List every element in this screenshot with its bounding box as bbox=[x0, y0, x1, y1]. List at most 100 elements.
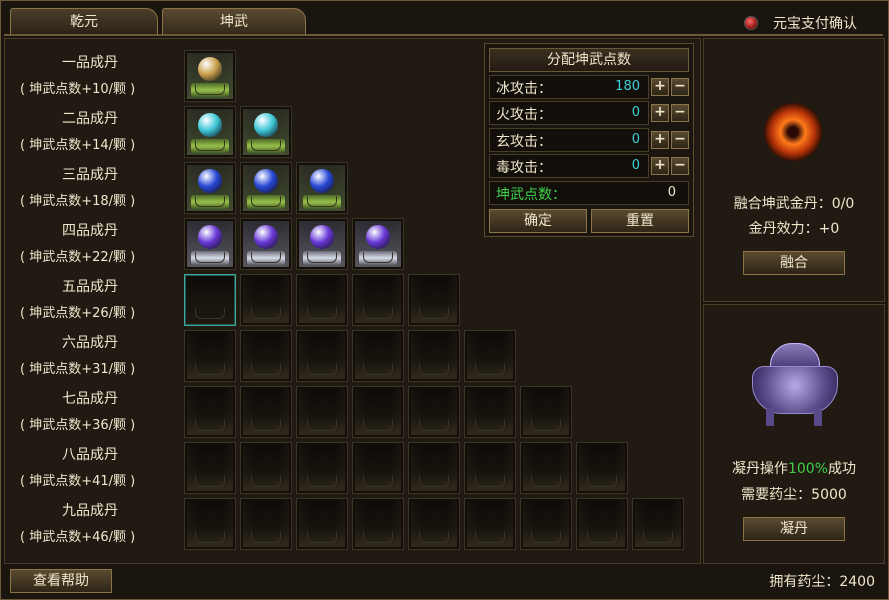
pill-slot-empty[interactable] bbox=[296, 386, 348, 438]
pill-slot-filled[interactable] bbox=[184, 106, 236, 158]
ice-plus-button[interactable]: + bbox=[651, 78, 669, 96]
pill-slot-filled[interactable] bbox=[240, 106, 292, 158]
grade-name: 二品成丹 bbox=[62, 111, 118, 127]
fire-attack-row: 火攻击： 0 bbox=[489, 101, 649, 125]
grade-name: 四品成丹 bbox=[62, 223, 118, 239]
fire-minus-button[interactable]: − bbox=[671, 104, 689, 122]
pill-slot-empty[interactable] bbox=[184, 442, 236, 494]
fire-plus-button[interactable]: + bbox=[651, 104, 669, 122]
mystic-attack-label: 玄攻击： bbox=[496, 134, 552, 150]
pill-orb-icon bbox=[198, 113, 222, 137]
grade-name: 九品成丹 bbox=[62, 503, 118, 519]
mystic-attack-value: 0 bbox=[631, 132, 640, 147]
pill-slot-filled[interactable] bbox=[296, 162, 348, 214]
pill-slot-empty[interactable] bbox=[184, 386, 236, 438]
pill-slot-empty[interactable] bbox=[240, 274, 292, 326]
available-points-value: 0 bbox=[667, 185, 676, 200]
pill-slot-empty[interactable] bbox=[352, 330, 404, 382]
pill-slot-filled[interactable] bbox=[296, 218, 348, 270]
pill-slot-empty[interactable] bbox=[576, 442, 628, 494]
grade-name: 一品成丹 bbox=[62, 55, 118, 71]
pill-slot-empty[interactable] bbox=[352, 498, 404, 550]
pill-slot-filled[interactable] bbox=[184, 50, 236, 102]
pill-slot-empty[interactable] bbox=[184, 498, 236, 550]
pill-pedestal bbox=[303, 195, 341, 209]
pill-slot-empty[interactable] bbox=[240, 386, 292, 438]
grade-points: ( 坤武点数+26/颗 ) bbox=[20, 306, 136, 321]
pill-slot-empty[interactable] bbox=[184, 330, 236, 382]
pill-pedestal bbox=[247, 251, 285, 265]
pill-pedestal bbox=[303, 251, 341, 265]
pill-slot-empty[interactable] bbox=[296, 442, 348, 494]
mystic-plus-button[interactable]: + bbox=[651, 131, 669, 149]
pill-slot-empty[interactable] bbox=[408, 274, 460, 326]
grade-points: ( 坤武点数+31/颗 ) bbox=[20, 362, 136, 377]
pill-slot-empty[interactable] bbox=[296, 498, 348, 550]
pill-slot-empty[interactable] bbox=[520, 386, 572, 438]
pill-slot-empty[interactable] bbox=[240, 498, 292, 550]
pill-slot-empty[interactable] bbox=[520, 498, 572, 550]
pill-slot-empty[interactable] bbox=[352, 386, 404, 438]
pill-orb-icon bbox=[366, 225, 390, 249]
poison-attack-row: 毒攻击： 0 bbox=[489, 154, 649, 178]
pill-slot-empty[interactable] bbox=[296, 330, 348, 382]
red-dot-icon[interactable] bbox=[744, 16, 758, 30]
ice-minus-button[interactable]: − bbox=[671, 78, 689, 96]
pill-slot-empty[interactable] bbox=[408, 498, 460, 550]
pill-orb-icon bbox=[198, 57, 222, 81]
pill-slot-empty[interactable] bbox=[632, 498, 684, 550]
fire-attack-label: 火攻击： bbox=[496, 107, 552, 123]
pill-orb-icon bbox=[310, 169, 334, 193]
pill-pedestal bbox=[247, 139, 285, 153]
pill-orb-icon bbox=[310, 225, 334, 249]
poison-attack-label: 毒攻击： bbox=[496, 160, 552, 176]
pill-slot-empty[interactable] bbox=[240, 330, 292, 382]
payment-confirm-label[interactable]: 元宝支付确认 bbox=[773, 13, 857, 33]
pill-slot-empty[interactable] bbox=[408, 386, 460, 438]
grade-points: ( 坤武点数+14/颗 ) bbox=[20, 138, 136, 153]
pill-slot-empty[interactable] bbox=[352, 442, 404, 494]
pill-slot-empty[interactable] bbox=[576, 498, 628, 550]
ice-attack-label: 冰攻击： bbox=[496, 81, 552, 97]
pill-pedestal bbox=[247, 195, 285, 209]
pill-slot-empty[interactable] bbox=[464, 330, 516, 382]
pill-slot-empty[interactable] bbox=[408, 330, 460, 382]
pill-slot-filled[interactable] bbox=[184, 162, 236, 214]
confirm-button[interactable]: 确定 bbox=[489, 209, 587, 233]
grade-name: 三品成丹 bbox=[62, 167, 118, 183]
fuse-button[interactable]: 融合 bbox=[743, 251, 845, 275]
poison-plus-button[interactable]: + bbox=[651, 157, 669, 175]
pill-slot-empty[interactable] bbox=[464, 498, 516, 550]
pill-slot-empty[interactable] bbox=[520, 442, 572, 494]
pill-slot-empty[interactable] bbox=[408, 442, 460, 494]
tab-divider bbox=[4, 34, 883, 36]
pill-slot-empty[interactable] bbox=[240, 442, 292, 494]
mystic-minus-button[interactable]: − bbox=[671, 131, 689, 149]
pill-slot-empty[interactable] bbox=[352, 274, 404, 326]
poison-minus-button[interactable]: − bbox=[671, 157, 689, 175]
condense-button[interactable]: 凝丹 bbox=[743, 517, 845, 541]
grade-name: 六品成丹 bbox=[62, 335, 118, 351]
owned-dust: 拥有药尘：2400 bbox=[769, 574, 875, 590]
pill-pedestal bbox=[191, 195, 229, 209]
pill-slot-empty[interactable] bbox=[296, 274, 348, 326]
tab-kunwu[interactable]: 坤武 bbox=[162, 8, 306, 35]
pill-slot-filled[interactable] bbox=[352, 218, 404, 270]
grade-points: ( 坤武点数+46/颗 ) bbox=[20, 530, 136, 545]
condense-prefix: 凝丹操作 bbox=[731, 461, 788, 477]
tab-qianyuan[interactable]: 乾元 bbox=[10, 8, 158, 35]
help-button[interactable]: 查看帮助 bbox=[10, 569, 112, 593]
pill-slot-empty[interactable] bbox=[464, 386, 516, 438]
reset-button[interactable]: 重置 bbox=[591, 209, 689, 233]
pill-slot-filled[interactable] bbox=[184, 218, 236, 270]
grade-points: ( 坤武点数+18/颗 ) bbox=[20, 194, 136, 209]
pill-pedestal bbox=[191, 83, 229, 97]
pill-slot-empty[interactable] bbox=[184, 274, 236, 326]
cauldron-body bbox=[752, 366, 838, 414]
allocation-title: 分配坤武点数 bbox=[489, 48, 689, 72]
pill-slot-empty[interactable] bbox=[464, 442, 516, 494]
pill-slot-filled[interactable] bbox=[240, 218, 292, 270]
pill-slot-filled[interactable] bbox=[240, 162, 292, 214]
fire-attack-value: 0 bbox=[631, 105, 640, 120]
available-points-label: 坤武点数： bbox=[496, 187, 566, 203]
